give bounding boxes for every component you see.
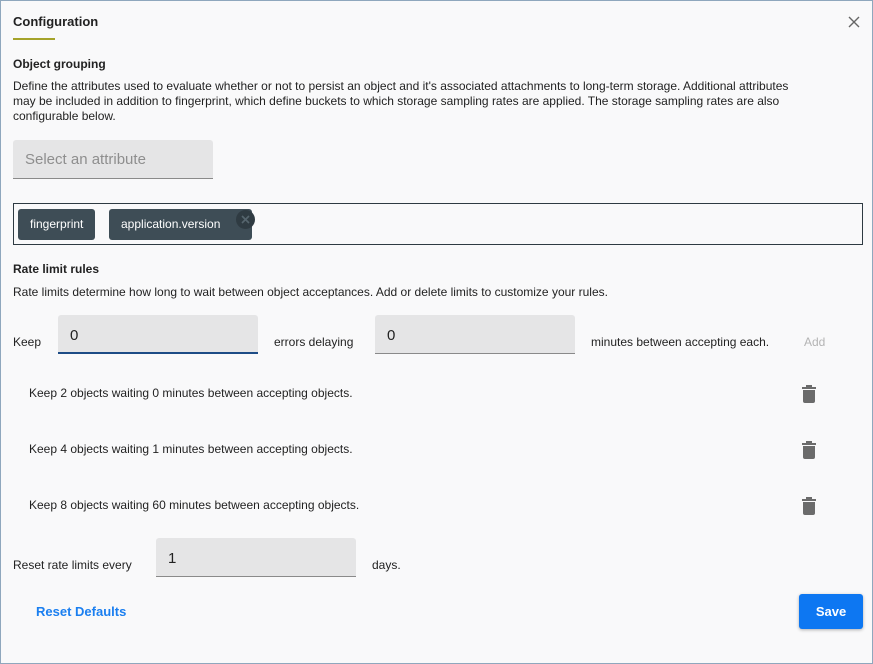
chip-label: application.version	[121, 217, 221, 231]
attribute-chips-container: fingerprint application.version	[13, 203, 863, 245]
keep-label: Keep	[13, 335, 42, 349]
attribute-select[interactable]: Select an attribute	[13, 140, 213, 179]
configuration-dialog: Configuration Object grouping Define the…	[0, 0, 873, 664]
delete-rule-button[interactable]	[801, 496, 817, 516]
days-label: days.	[372, 558, 401, 572]
save-button[interactable]: Save	[799, 594, 863, 629]
object-grouping-description: Define the attributes used to evaluate w…	[13, 79, 863, 124]
add-rule-button[interactable]: Add	[804, 335, 825, 349]
reset-days-input[interactable]: 1	[156, 538, 356, 577]
trash-icon	[802, 385, 816, 403]
rule-item: Keep 8 objects waiting 60 minutes betwee…	[29, 498, 360, 512]
close-button[interactable]	[844, 12, 864, 32]
description-line: configurable below.	[13, 109, 116, 123]
trash-icon	[802, 497, 816, 515]
remove-circle-icon	[241, 215, 250, 224]
title-underline	[13, 38, 55, 40]
dialog-title: Configuration	[13, 14, 99, 29]
object-grouping-heading: Object grouping	[13, 57, 106, 71]
chip-fingerprint: fingerprint	[18, 209, 96, 240]
reset-every-label: Reset rate limits every	[13, 558, 132, 572]
delete-rule-button[interactable]	[801, 440, 817, 460]
description-line: Define the attributes used to evaluate w…	[13, 79, 789, 93]
delete-rule-button[interactable]	[801, 384, 817, 404]
close-icon	[848, 16, 860, 28]
errors-delaying-label: errors delaying	[274, 335, 354, 349]
reset-defaults-button[interactable]: Reset Defaults	[36, 604, 126, 619]
delay-minutes-input[interactable]: 0	[375, 315, 575, 354]
description-line: may be included in addition to fingerpri…	[13, 94, 780, 108]
trash-icon	[802, 441, 816, 459]
chip-remove-button[interactable]	[236, 210, 255, 229]
rule-item: Keep 2 objects waiting 0 minutes between…	[29, 386, 353, 400]
keep-count-input[interactable]: 0	[58, 315, 258, 354]
chip-application-version: application.version	[109, 209, 253, 240]
rule-item: Keep 4 objects waiting 1 minutes between…	[29, 442, 353, 456]
rate-limit-heading: Rate limit rules	[13, 262, 100, 276]
rate-limit-description: Rate limits determine how long to wait b…	[13, 285, 608, 299]
minutes-label: minutes between accepting each.	[591, 335, 770, 349]
